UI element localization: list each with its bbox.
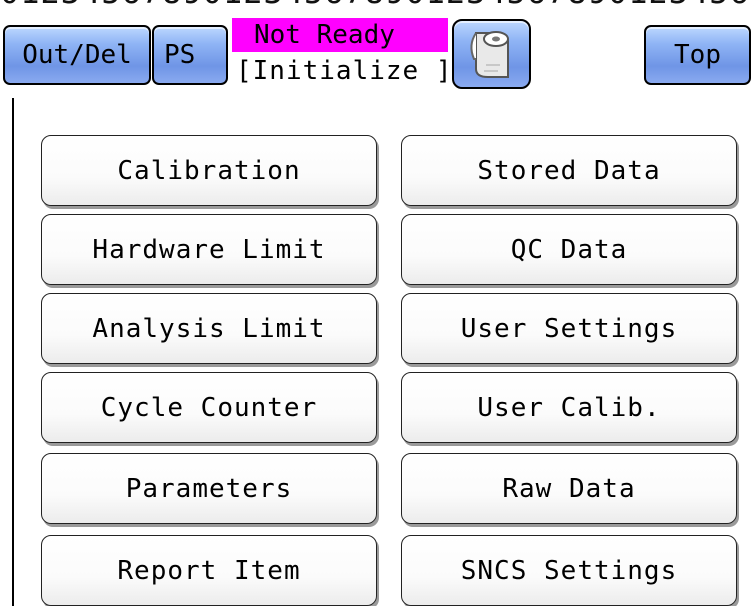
out-del-button[interactable]: Out/Del <box>3 25 151 85</box>
analysis-limit-button[interactable]: Analysis Limit <box>41 293 377 364</box>
user-calib-button[interactable]: User Calib. <box>401 372 737 443</box>
cycle-counter-button[interactable]: Cycle Counter <box>41 372 377 443</box>
out-del-label: Out/Del <box>22 40 132 70</box>
screen: 0123456789012345678901234567890123456789… <box>0 0 753 606</box>
calibration-label: Calibration <box>117 155 301 186</box>
stored-data-button[interactable]: Stored Data <box>401 135 737 206</box>
hardware-limit-button[interactable]: Hardware Limit <box>41 214 377 285</box>
left-divider <box>12 98 14 606</box>
raw-data-button[interactable]: Raw Data <box>401 453 737 524</box>
analysis-limit-label: Analysis Limit <box>92 313 326 344</box>
qc-data-button[interactable]: QC Data <box>401 214 737 285</box>
parameters-label: Parameters <box>125 473 293 504</box>
status-not-ready: Not Ready <box>232 18 448 52</box>
qc-data-label: QC Data <box>510 234 628 265</box>
printer-button[interactable] <box>452 19 531 89</box>
stored-data-label: Stored Data <box>477 155 661 186</box>
hardware-limit-label: Hardware Limit <box>92 234 326 265</box>
ps-label: PS <box>164 40 196 70</box>
calibration-button[interactable]: Calibration <box>41 135 377 206</box>
status-initialize: [Initialize ] <box>236 56 453 86</box>
sncs-settings-label: SNCS Settings <box>460 555 678 586</box>
report-item-label: Report Item <box>117 555 301 586</box>
ps-button[interactable]: PS <box>152 25 228 85</box>
header-ticker-text: 0123456789012345678901234567890123456789 <box>0 0 753 11</box>
user-settings-button[interactable]: User Settings <box>401 293 737 364</box>
report-item-button[interactable]: Report Item <box>41 535 377 606</box>
cycle-counter-label: Cycle Counter <box>100 392 318 423</box>
user-calib-label: User Calib. <box>477 392 661 423</box>
parameters-button[interactable]: Parameters <box>41 453 377 524</box>
top-label: Top <box>674 40 721 70</box>
top-button[interactable]: Top <box>644 25 751 85</box>
raw-data-label: Raw Data <box>502 473 636 504</box>
user-settings-label: User Settings <box>460 313 678 344</box>
sncs-settings-button[interactable]: SNCS Settings <box>401 535 737 606</box>
paper-roll-icon <box>469 31 509 78</box>
